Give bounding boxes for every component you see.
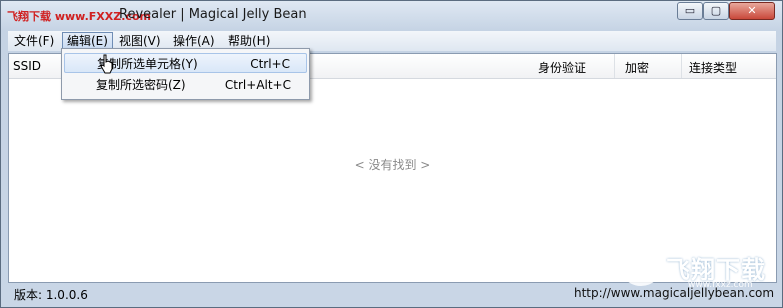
- column-encryption[interactable]: 加密: [625, 59, 649, 76]
- column-authentication[interactable]: 身份验证: [538, 59, 586, 76]
- empty-message: < 没有找到 >: [354, 158, 431, 172]
- menu-help[interactable]: 帮助(H): [224, 33, 274, 49]
- column-connection-type[interactable]: 连接类型: [689, 59, 737, 76]
- close-button[interactable]: ✕: [729, 2, 775, 20]
- edit-dropdown-menu: 复制所选单元格(Y) Ctrl+C 复制所选密码(Z) Ctrl+Alt+C: [61, 48, 310, 100]
- version-label: 版本: 1.0.0.6: [14, 288, 88, 302]
- menu-view[interactable]: 视图(V): [115, 33, 165, 49]
- maximize-icon: ▢: [710, 4, 722, 17]
- title-bar[interactable]: 飞翔下载 www.FXXZ.com Revealer | Magical Jel…: [1, 1, 782, 31]
- close-icon: ✕: [747, 4, 757, 17]
- column-ssid[interactable]: SSID: [13, 59, 41, 73]
- column-divider[interactable]: [614, 54, 615, 78]
- minimize-button[interactable]: ▭: [677, 2, 703, 20]
- menu-item-shortcut: Ctrl+C: [250, 57, 290, 71]
- window-title: Revealer | Magical Jelly Bean: [119, 7, 307, 22]
- menu-item-label: 复制所选密码(Z): [96, 78, 186, 92]
- menu-item-shortcut: Ctrl+Alt+C: [224, 78, 291, 92]
- column-divider[interactable]: [681, 54, 682, 78]
- maximize-button[interactable]: ▢: [703, 2, 729, 20]
- brand-watermark-url: www.fxxz.com: [688, 280, 753, 290]
- hand-cursor-icon: [100, 54, 113, 74]
- brand-logo-icon: [619, 242, 663, 286]
- menu-item-copy-password[interactable]: 复制所选密码(Z) Ctrl+Alt+C: [64, 75, 307, 95]
- minimize-icon: ▭: [684, 4, 696, 17]
- menu-file[interactable]: 文件(F): [10, 33, 58, 49]
- menu-action[interactable]: 操作(A): [169, 33, 219, 49]
